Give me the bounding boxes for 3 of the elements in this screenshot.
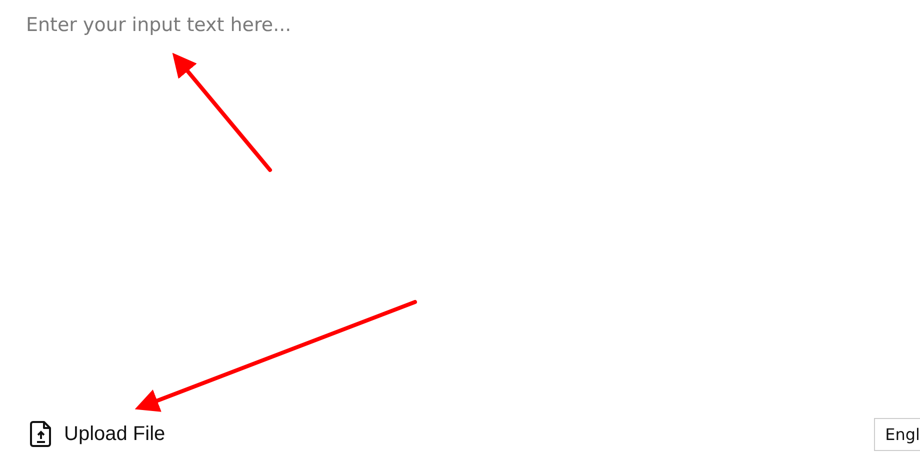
language-select[interactable]: Engl [874, 418, 920, 450]
file-upload-icon [30, 421, 52, 447]
upload-file-button[interactable]: Upload File [30, 421, 166, 447]
